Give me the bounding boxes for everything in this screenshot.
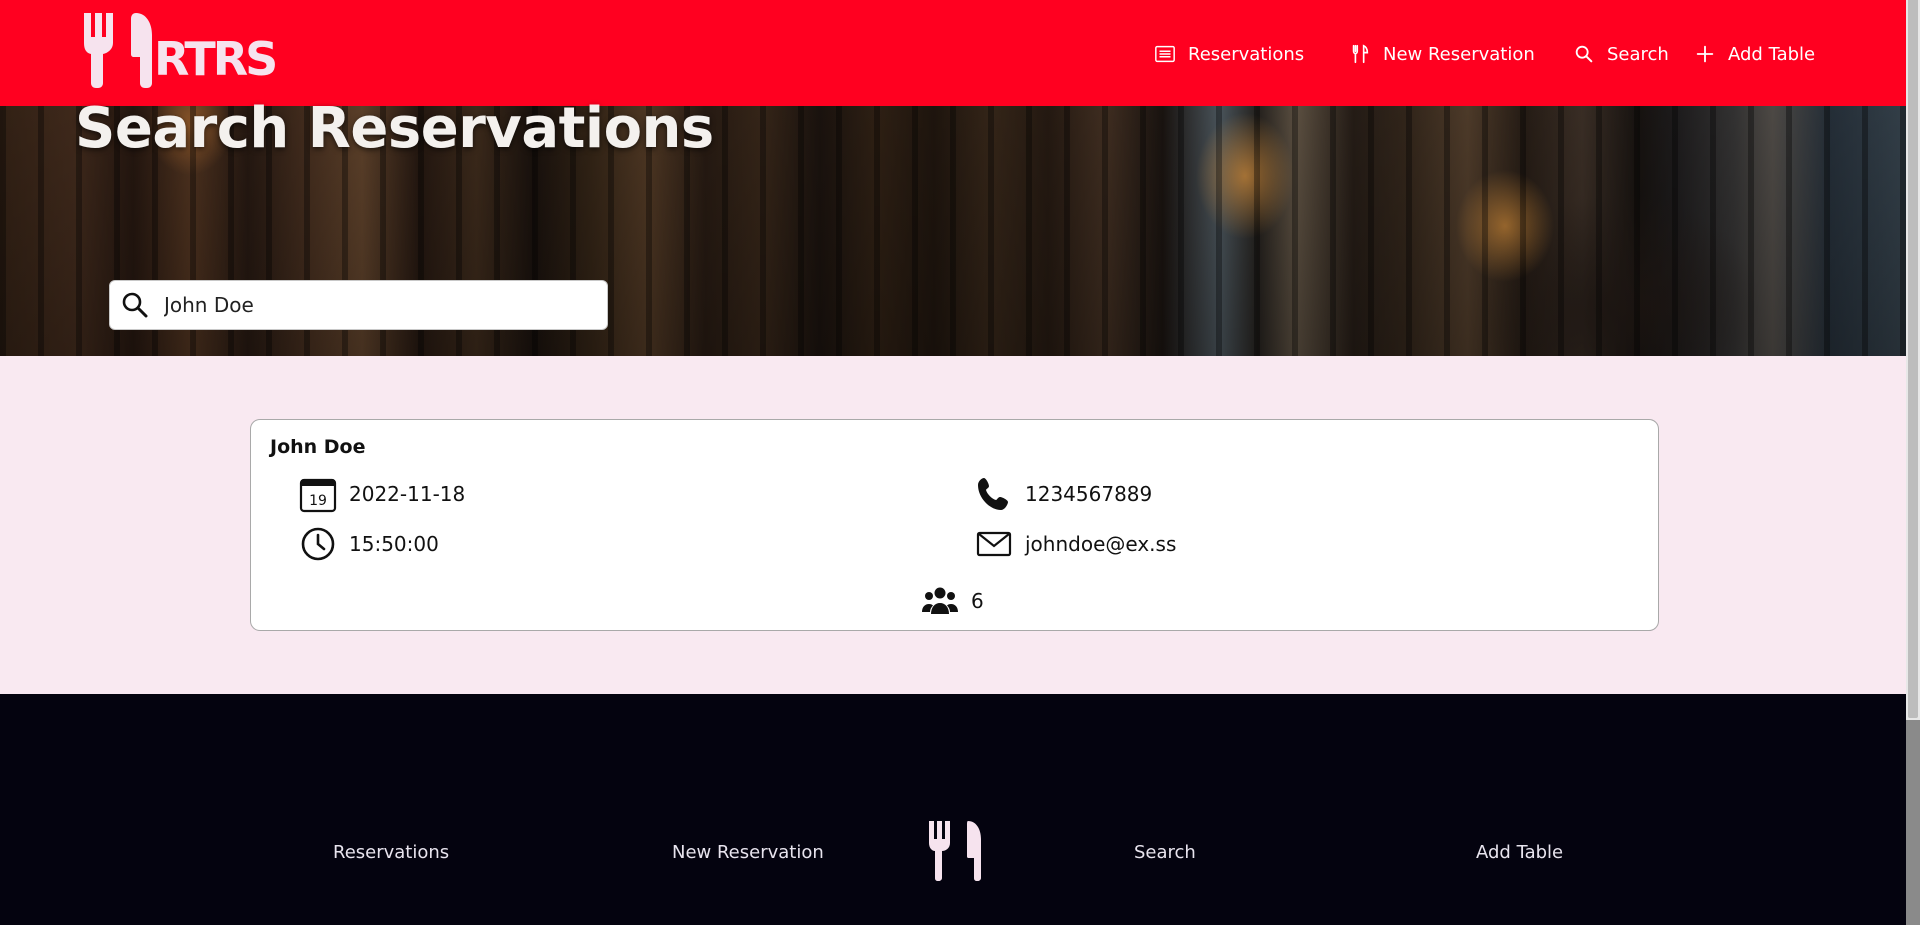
scrollbar-thumb[interactable] (1908, 0, 1918, 718)
top-navbar: RTRS Reservations New Reservation Search… (0, 0, 1906, 106)
reservation-date: 19 2022-11-18 (299, 475, 465, 513)
search-input[interactable] (162, 292, 586, 318)
fork-knife-icon (1352, 44, 1369, 64)
phone-icon (978, 478, 1008, 510)
nav-reservations-label: Reservations (1188, 43, 1305, 65)
footer-link-new-reservation[interactable]: New Reservation (672, 842, 824, 863)
reservation-card[interactable]: John Doe 19 2022-11-18 15:50:00 12345678… (250, 419, 1659, 631)
calendar-icon: 19 (299, 478, 337, 513)
nav-search-label: Search (1607, 43, 1669, 65)
nav-add-table-label: Add Table (1728, 43, 1816, 65)
nav-reservations[interactable]: Reservations (1154, 40, 1304, 68)
search-icon (122, 292, 148, 318)
nav-new-reservation-label: New Reservation (1383, 43, 1535, 65)
footer-link-search[interactable]: Search (1134, 842, 1196, 863)
vertical-scrollbar[interactable] (1906, 0, 1920, 925)
list-icon (1155, 45, 1175, 63)
party-size: 6 (921, 582, 984, 620)
envelope-icon (976, 531, 1012, 557)
search-field[interactable] (109, 280, 608, 330)
logo-text: RTRS (154, 32, 275, 86)
page: RTRS Reservations New Reservation Search… (0, 0, 1906, 925)
phone-value: 1234567889 (1025, 482, 1153, 506)
footer-link-reservations[interactable]: Reservations (333, 842, 449, 863)
reservation-time: 15:50:00 (299, 525, 439, 563)
email-value: johndoe@ex.ss (1025, 532, 1177, 556)
footer: Reservations New Reservation Search Add … (0, 694, 1906, 925)
reservation-email: johndoe@ex.ss (975, 525, 1176, 563)
page-title: Search Reservations (75, 96, 714, 161)
reservation-phone: 1234567889 (975, 475, 1152, 513)
nav-new-reservation[interactable]: New Reservation (1349, 40, 1535, 68)
guest-name: John Doe (270, 436, 366, 458)
date-value: 2022-11-18 (349, 482, 466, 506)
plus-icon (1696, 45, 1714, 63)
time-value: 15:50:00 (349, 532, 439, 556)
users-icon (922, 587, 958, 614)
search-icon (1575, 45, 1593, 63)
party-size-value: 6 (971, 589, 984, 613)
results-area: John Doe 19 2022-11-18 15:50:00 12345678… (0, 356, 1906, 694)
nav-search[interactable]: Search (1573, 40, 1669, 68)
rtrs-logo[interactable]: RTRS (82, 11, 292, 89)
calendar-day: 19 (309, 493, 327, 509)
clock-icon (301, 527, 335, 561)
footer-link-add-table[interactable]: Add Table (1476, 842, 1563, 863)
fork-knife-logo-icon (929, 821, 981, 881)
nav-add-table[interactable]: Add Table (1694, 40, 1815, 68)
